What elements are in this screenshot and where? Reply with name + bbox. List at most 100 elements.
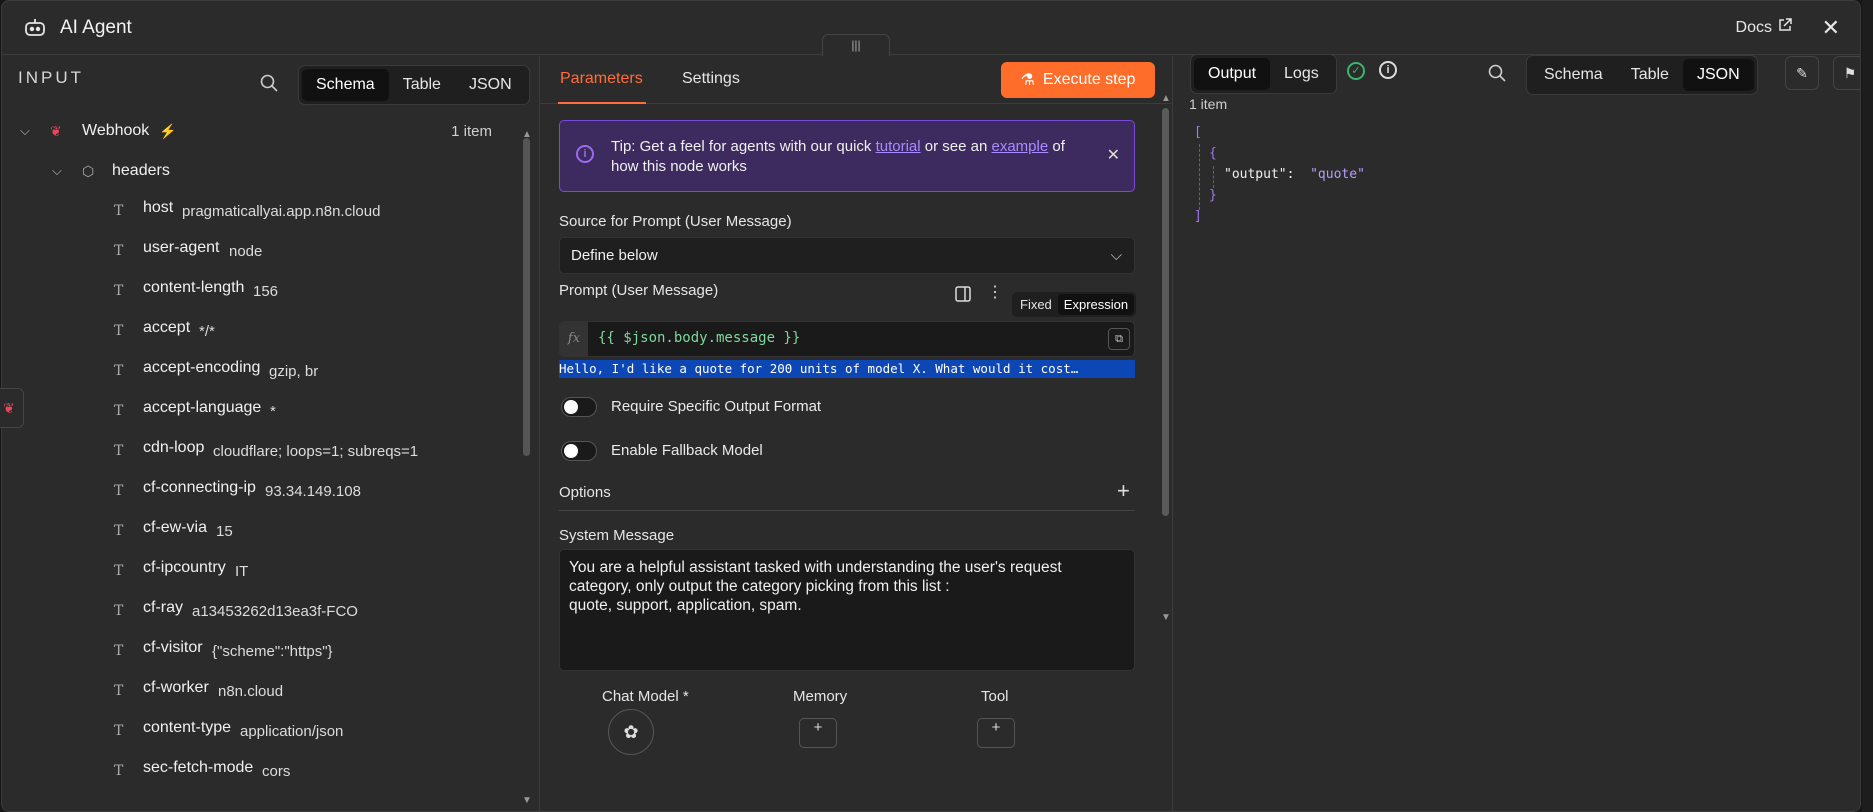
edit-pencil-icon[interactable]: ✎	[1785, 56, 1819, 90]
field-key: accept	[143, 319, 191, 336]
tip-banner: i Tip: Get a feel for agents with our qu…	[559, 120, 1135, 192]
tab-logs[interactable]: Logs	[1270, 58, 1333, 90]
text-type-icon: T	[114, 723, 124, 739]
field-row[interactable]: Taccept */*	[2, 311, 522, 351]
tree-root-webhook[interactable]: ⌵ ❦ Webhook ⚡ 1 item	[2, 111, 522, 151]
json-open-brace: {	[1209, 146, 1217, 161]
external-link-icon	[1778, 18, 1792, 37]
system-message-label: System Message	[559, 527, 675, 544]
field-key: cf-worker	[143, 679, 209, 696]
cube-icon: ⬡	[82, 162, 95, 179]
example-link[interactable]: example	[992, 138, 1049, 155]
field-row[interactable]: Tcf-ipcountry IT	[2, 551, 522, 591]
field-value: 156	[253, 283, 279, 300]
ai-agent-modal: AI Agent Docs ✕ ||| INPUT Schema Table J…	[1, 0, 1861, 812]
scroll-down-arrow[interactable]: ▼	[522, 795, 532, 806]
tip-middle: or see an	[920, 138, 992, 155]
field-value: 93.34.149.108	[265, 483, 361, 500]
field-value: {"scheme":"https"}	[212, 643, 333, 660]
text-type-icon: T	[114, 323, 124, 339]
field-row[interactable]: Tcf-visitor {"scheme":"https"}	[2, 631, 522, 671]
docs-link[interactable]: Docs	[1736, 18, 1792, 37]
field-row[interactable]: Tcf-ray a13453262d13ea3f-FCO	[2, 591, 522, 631]
field-value: n8n.cloud	[218, 683, 284, 700]
chat-model-label: Chat Model *	[602, 688, 689, 705]
field-key: cf-ipcountry	[143, 559, 226, 576]
field-row[interactable]: Taccept-encoding gzip, br	[2, 351, 522, 391]
json-output: [ { "output": "quote" } ]	[1194, 122, 1365, 227]
field-row[interactable]: Thost pragmaticallyai.app.n8n.cloud	[2, 191, 522, 231]
system-message-textarea[interactable]: You are a helpful assistant tasked with …	[559, 549, 1135, 671]
text-type-icon: T	[114, 283, 124, 299]
robot-icon	[22, 15, 48, 41]
tutorial-link[interactable]: tutorial	[876, 138, 921, 155]
input-heading: INPUT	[18, 68, 84, 87]
field-row[interactable]: Tsec-fetch-mode cors	[2, 751, 522, 791]
output-view-json[interactable]: JSON	[1682, 59, 1754, 91]
field-key: cf-connecting-ip	[143, 479, 256, 496]
field-row[interactable]: Tcontent-type application/json	[2, 711, 522, 751]
fallback-model-label: Enable Fallback Model	[611, 442, 763, 459]
field-row[interactable]: Taccept-language *	[2, 391, 522, 431]
split-view-icon[interactable]	[954, 285, 972, 307]
execute-step-button[interactable]: ⚗ Execute step	[1001, 62, 1155, 98]
scroll-down-arrow[interactable]: ▼	[1161, 612, 1171, 623]
output-view-table[interactable]: Table	[1617, 59, 1683, 91]
field-row[interactable]: Tcf-ew-via 15	[2, 511, 522, 551]
more-options-icon[interactable]: ⋮	[987, 282, 1003, 302]
json-entry: "output": "quote"	[1194, 164, 1365, 185]
root-item-count: 1 item	[451, 122, 492, 140]
chevron-down-icon[interactable]: ⌵	[52, 163, 62, 179]
openai-model-icon[interactable]: ✿	[608, 709, 654, 755]
search-icon[interactable]	[260, 74, 278, 96]
add-memory-button[interactable]: +	[799, 718, 837, 748]
info-icon[interactable]: i	[1379, 61, 1397, 79]
expand-editor-icon[interactable]: ⧉	[1108, 328, 1130, 350]
webhook-icon: ❦	[50, 122, 62, 139]
field-key: accept-language	[143, 399, 262, 416]
search-icon[interactable]	[1488, 64, 1506, 86]
input-view-table[interactable]: Table	[389, 69, 455, 101]
output-item-count: 1 item	[1189, 96, 1228, 112]
field-row[interactable]: Tcdn-loop cloudflare; loops=1; subreqs=1	[2, 431, 522, 471]
field-row[interactable]: Tcf-connecting-ip 93.34.149.108	[2, 471, 522, 511]
tab-parameters[interactable]: Parameters	[560, 70, 643, 88]
fallback-model-toggle[interactable]	[561, 441, 597, 461]
text-type-icon: T	[114, 443, 124, 459]
scroll-up-arrow[interactable]: ▲	[1161, 93, 1171, 104]
text-type-icon: T	[114, 363, 124, 379]
source-select[interactable]: Define below ⌵	[559, 237, 1135, 274]
field-row[interactable]: Tuser-agent node	[2, 231, 522, 271]
lightning-icon: ⚡	[159, 122, 177, 139]
field-row[interactable]: Tcf-worker n8n.cloud	[2, 671, 522, 711]
close-tip-icon[interactable]: ✕	[1107, 145, 1120, 165]
add-tool-button[interactable]: +	[977, 718, 1015, 748]
input-view-schema[interactable]: Schema	[302, 69, 389, 101]
text-type-icon: T	[114, 403, 124, 419]
json-close-bracket: ]	[1194, 209, 1202, 224]
field-key: cdn-loop	[143, 439, 205, 456]
expression-code: {{ $json.body.message }}	[598, 330, 801, 346]
mode-fixed[interactable]: Fixed	[1014, 294, 1058, 315]
input-scrollbar[interactable]	[523, 138, 530, 456]
field-row[interactable]: Tcontent-length 156	[2, 271, 522, 311]
params-scrollbar[interactable]	[1162, 108, 1169, 516]
chevron-down-icon: ⌵	[1110, 247, 1122, 264]
field-value: cloudflare; loops=1; subreqs=1	[213, 443, 419, 460]
add-option-icon[interactable]: +	[1117, 478, 1130, 504]
chevron-down-icon[interactable]: ⌵	[20, 123, 30, 139]
memory-label: Memory	[793, 688, 848, 705]
prompt-expression-input[interactable]: fx {{ $json.body.message }} ⧉	[559, 321, 1135, 357]
tab-settings[interactable]: Settings	[682, 70, 740, 88]
tree-group-headers[interactable]: ⌵ ⬡ headers	[2, 151, 522, 191]
close-icon[interactable]: ✕	[1822, 15, 1840, 41]
side-webhook-tab[interactable]: ❦	[0, 388, 24, 428]
input-view-json[interactable]: JSON	[455, 69, 526, 101]
output-format-toggle[interactable]	[561, 397, 597, 417]
json-value: "quote"	[1310, 167, 1365, 182]
pin-icon[interactable]: ⚑	[1833, 56, 1860, 90]
mode-expression[interactable]: Expression	[1057, 294, 1135, 315]
drag-handle[interactable]: |||	[822, 34, 890, 56]
output-view-schema[interactable]: Schema	[1530, 59, 1617, 91]
tab-output[interactable]: Output	[1194, 58, 1271, 90]
